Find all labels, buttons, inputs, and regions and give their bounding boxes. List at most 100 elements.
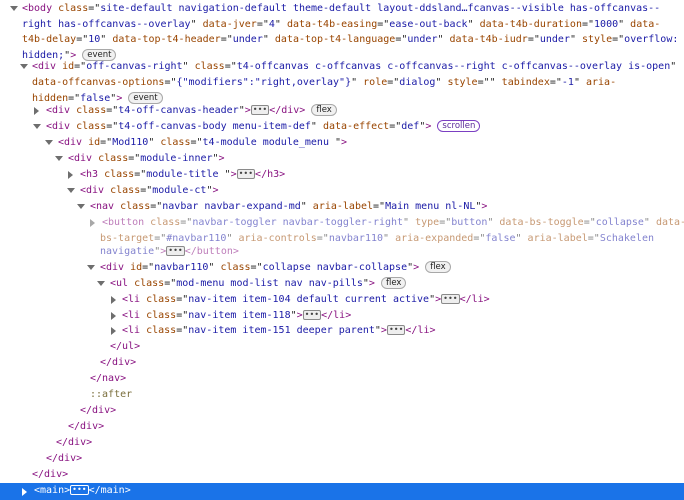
code-token-av: t4-offcanvas c-offcanvas c-offcanvas--ri… [236,61,671,73]
code-token-tx: =" [176,325,189,337]
code-token-tag: <button [102,217,151,228]
code-token-tag: > [413,262,420,273]
collapse-arrow-icon[interactable] [90,219,95,227]
code-token-tag: <div [68,153,99,164]
code-token-tx: =" [74,61,87,73]
code-token-tag: <body [22,3,59,14]
code-token-av: navbar-toggler navbar-toggler-right [192,217,404,228]
code-token-an: data-bs-toggle [499,217,584,228]
flex-badge[interactable]: flex [311,104,337,116]
code-token-av: collapse [595,217,644,228]
code-token-tx: =" [128,153,141,164]
code-token-tag: > [481,201,488,212]
dom-node-nav[interactable]: <nav class="navbar navbar-expand-md" ari… [77,199,684,215]
code-token-an: data- [630,18,661,30]
code-token-av: module-title [146,169,225,180]
code-token-an: aria-label [527,232,588,244]
collapsed-content-ellipsis-icon[interactable]: ••• [302,309,322,320]
code-token-av: button [451,217,488,228]
expand-arrow-icon[interactable] [55,156,63,161]
collapse-arrow-icon[interactable] [68,171,73,179]
code-token-tx: =" [134,169,147,180]
code-token-tx: " [300,201,313,212]
dom-node-offcanvas-cont: data-offcanvas-options="{"modifiers":"ri… [32,75,684,91]
expand-arrow-icon[interactable] [33,124,41,129]
expand-arrow-icon[interactable] [77,204,85,209]
dom-node-body[interactable]: <body class="site-default navigation-def… [10,1,684,17]
code-token-an: aria-controls [238,232,317,244]
dom-node-li-151[interactable]: <li class="nav-item item-151 deeper pare… [111,323,684,339]
code-token-pseudo: ::after [90,389,133,400]
dom-node-module-title[interactable]: <h3 class="module-title "> ••• </h3> [68,167,684,183]
code-token-an: class [146,294,177,305]
code-token-av: module-ct [152,185,207,196]
code-token-an: data- [655,217,684,228]
dom-node-navbar110[interactable]: <div id="navbar110" class="collapse navb… [87,260,684,276]
dom-node-div-close: </div> [32,467,684,483]
code-token-tx: " [182,61,195,73]
dom-node-offcanvas[interactable]: <div id="off-canvas-right" class="t4-off… [20,59,684,75]
scrollen-badge[interactable]: scrollen [437,120,481,132]
dom-node-module-ct[interactable]: <div class="module-ct"> [67,183,684,199]
flex-badge[interactable]: flex [425,261,451,273]
code-token-tx: =" [150,201,163,212]
collapse-arrow-icon[interactable] [111,311,116,320]
collapse-arrow-icon[interactable] [34,107,39,115]
code-token-av: collapse navbar-collapse [262,262,408,273]
code-token-av: right has-offcanvas--overlay [22,18,191,30]
expand-arrow-icon[interactable] [20,64,28,70]
code-token-tag: </main> [88,485,131,496]
code-token-an: aria-expanded [395,232,474,244]
code-token-tx: =" [583,217,596,228]
event-badge[interactable]: event [128,91,163,104]
dom-node-div-close: </div> [46,451,684,467]
dom-node-module-inner[interactable]: <div class="module-inner"> [55,151,684,167]
code-token-an: class [110,185,141,196]
dom-node-div-close: </div> [68,419,684,435]
code-token-tx: =" [106,121,119,132]
expand-arrow-icon[interactable] [45,140,53,145]
code-token-an: hidden [32,92,69,104]
code-token-tx: " [190,18,203,30]
code-token-av: 10 [88,34,101,46]
code-token-av: t4-module module_menu [202,137,335,148]
dom-node-offcanvas-body[interactable]: <div class="t4-off-canvas-body menu-item… [33,119,684,135]
dom-node-li-118[interactable]: <li class="nav-item item-118"> ••• </li> [111,308,684,324]
dom-node-ul-close: </ul> [110,339,684,355]
collapse-arrow-icon[interactable] [111,296,116,304]
dom-node-main-selected[interactable]: <main> ••• </main> [0,483,684,500]
dom-node-offcanvas-header[interactable]: <div class="t4-off-canvas-header"> ••• </d… [34,103,684,119]
code-token-an: class [160,137,191,148]
dom-node-li-104[interactable]: <li class="nav-item item-104 default cur… [111,292,684,308]
dom-node-button[interactable]: <button class="navbar-toggler navbar-tog… [90,215,684,231]
dom-node-after-pseudo[interactable]: ::after [90,387,684,403]
collapsed-content-ellipsis-icon[interactable]: ••• [70,485,89,495]
code-token-tx: =" [316,232,329,244]
code-token-av: t4-off-canvas-body menu-item-def [118,121,311,132]
code-token-tx: " [435,77,448,88]
code-token-tx: " [274,18,287,30]
code-token-tag: <ul [110,278,135,289]
expand-arrow-icon[interactable] [87,265,95,270]
code-token-an: data-offcanvas-options [32,77,165,88]
code-token-tx: " [573,77,586,88]
code-token-tag: > [296,309,303,321]
code-token-an: bs-target [100,232,155,244]
collapsed-content-ellipsis-icon[interactable]: ••• [250,105,270,115]
expand-arrow-icon[interactable] [10,6,18,11]
code-token-an: style [582,34,613,46]
collapse-arrow-icon[interactable] [111,327,116,336]
flex-badge[interactable]: flex [380,277,407,289]
code-token-tx: =" [140,185,153,196]
code-token-tx: " [262,34,275,46]
collapsed-content-ellipsis-icon[interactable]: ••• [166,246,185,256]
dom-node-mod110[interactable]: <div id="Mod110" class="t4-module module… [45,135,684,151]
dom-node-ul[interactable]: <ul class="mod-menu mod-list nav nav-pil… [97,276,684,292]
collapsed-content-ellipsis-icon[interactable]: ••• [441,294,460,304]
expand-arrow-icon[interactable] [67,188,75,193]
collapsed-content-ellipsis-icon[interactable]: ••• [236,169,256,179]
collapsed-content-ellipsis-icon[interactable]: ••• [386,325,406,336]
collapse-arrow-icon[interactable] [22,488,27,496]
code-token-tag: > [212,185,219,196]
expand-arrow-icon[interactable] [97,281,105,286]
